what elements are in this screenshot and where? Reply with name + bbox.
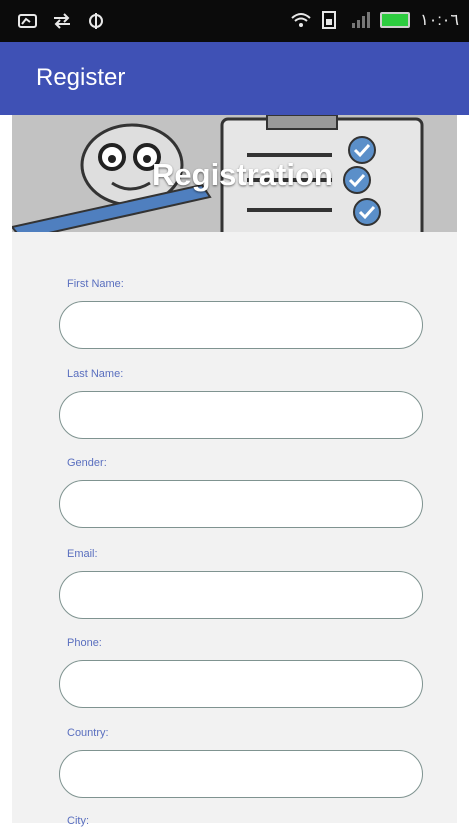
city-label: City: (67, 815, 89, 827)
status-bar: ١٠:٠٦ (0, 0, 469, 42)
signal-icon (350, 11, 371, 29)
android-debug-icon (86, 12, 106, 30)
email-input[interactable] (59, 571, 423, 619)
phone-label: Phone: (67, 637, 102, 649)
registration-banner: Registration (12, 115, 457, 232)
registration-form: First Name: Last Name: Gender: Email: Ph… (12, 232, 457, 827)
gender-label: Gender: (67, 457, 107, 469)
gender-input[interactable] (59, 480, 423, 528)
wifi-icon (290, 11, 311, 29)
last-name-input[interactable] (59, 391, 423, 439)
status-time: ١٠:٠٦ (420, 12, 459, 29)
page-title: Register (36, 64, 126, 91)
country-input[interactable] (59, 750, 423, 798)
email-label: Email: (67, 548, 98, 560)
first-name-input[interactable] (59, 301, 423, 349)
app-bar: Register (0, 42, 469, 115)
first-name-label: First Name: (67, 278, 124, 290)
last-name-label: Last Name: (67, 368, 124, 380)
sim-icon (320, 11, 340, 29)
banner-title: Registration (152, 157, 333, 192)
phone-input[interactable] (59, 660, 423, 708)
usb-icon (52, 12, 72, 30)
message-icon (18, 12, 38, 30)
battery-icon (380, 12, 411, 28)
country-label: Country: (67, 727, 109, 739)
